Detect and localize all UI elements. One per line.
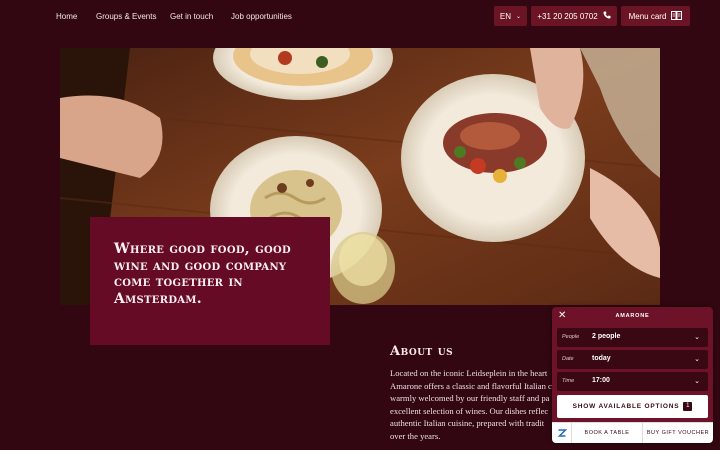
- time-select[interactable]: Time 17:00 ⌄: [557, 372, 708, 391]
- language-selector[interactable]: EN ⌄: [494, 6, 527, 26]
- nav-home-link[interactable]: Home: [56, 12, 77, 21]
- language-label: EN: [499, 11, 512, 21]
- menu-card-button[interactable]: Menu card: [621, 6, 690, 26]
- chevron-down-icon: ⌄: [516, 13, 522, 20]
- chevron-down-icon: ⌄: [694, 334, 700, 341]
- show-options-label: SHOW AVAILABLE OPTIONS: [572, 403, 680, 410]
- chevron-down-icon: ⌄: [694, 378, 700, 385]
- reservation-widget: ✕ AMARONE People 2 people ⌄ Date today ⌄…: [552, 307, 713, 443]
- zenchef-logo-icon: [552, 422, 572, 443]
- tagline-box: Where good food, good wine and good comp…: [90, 217, 330, 345]
- show-available-options-button[interactable]: SHOW AVAILABLE OPTIONS 1: [557, 395, 708, 418]
- date-label: Date: [562, 356, 574, 362]
- buy-gift-voucher-button[interactable]: BUY GIFT VOUCHER: [642, 422, 713, 443]
- about-heading: About us: [390, 344, 454, 359]
- widget-header: ✕ AMARONE: [552, 307, 713, 327]
- nav-get-in-touch-link[interactable]: Get in touch: [170, 12, 213, 21]
- chevron-down-icon: ⌄: [694, 356, 700, 363]
- widget-title: AMARONE: [615, 313, 650, 319]
- nav-groups-events-link[interactable]: Groups & Events: [96, 12, 156, 21]
- hero-tagline: Where good food, good wine and good comp…: [114, 241, 291, 307]
- menu-book-icon: [671, 10, 683, 22]
- phone-icon: [603, 11, 611, 21]
- book-a-table-button[interactable]: BOOK A TABLE: [572, 423, 642, 444]
- time-value: 17:00: [592, 377, 610, 384]
- time-label: Time: [562, 378, 575, 384]
- date-value: today: [592, 355, 611, 362]
- people-label: People: [562, 334, 580, 340]
- menu-card-label: Menu card: [628, 11, 667, 21]
- people-value: 2 people: [592, 333, 621, 340]
- phone-label: +31 20 205 0702: [537, 11, 598, 21]
- options-count-badge: 1: [683, 402, 693, 411]
- widget-footer: BOOK A TABLE BUY GIFT VOUCHER: [552, 422, 713, 443]
- people-select[interactable]: People 2 people ⌄: [557, 328, 708, 347]
- nav-job-opportunities-link[interactable]: Job opportunities: [231, 12, 292, 21]
- date-select[interactable]: Date today ⌄: [557, 350, 708, 369]
- top-navigation: Home Groups & Events Get in touch Job op…: [0, 0, 720, 32]
- phone-button[interactable]: +31 20 205 0702: [531, 6, 617, 26]
